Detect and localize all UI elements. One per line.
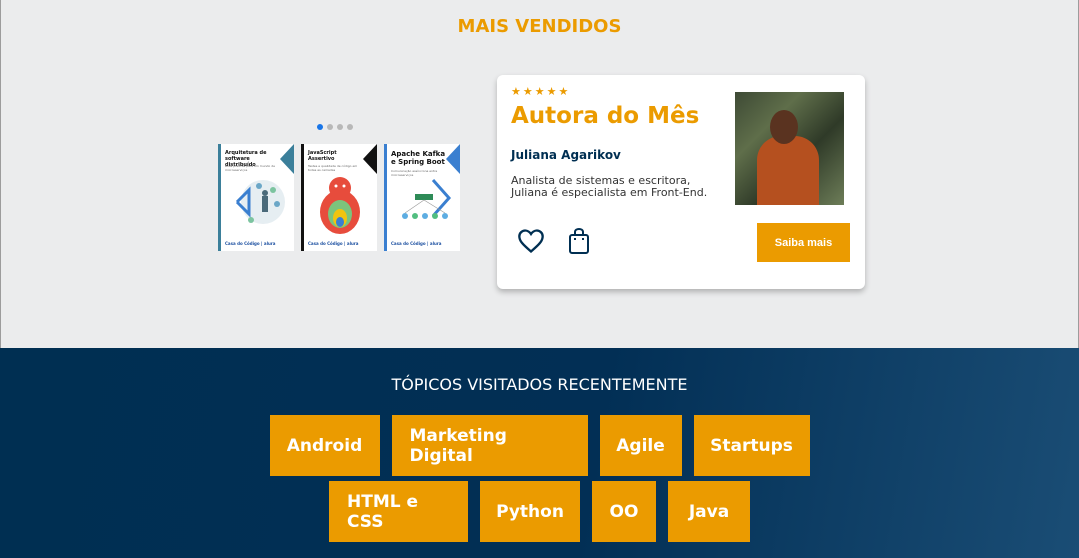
- cover-corner-icon: [280, 144, 294, 174]
- topic-tag[interactable]: Marketing Digital: [391, 415, 588, 476]
- topics-row: Android Marketing Digital Agile Startups: [0, 415, 1079, 476]
- topic-tag[interactable]: OO: [592, 481, 656, 542]
- book-cover[interactable]: Apache Kafka e Spring Boot Comunicação a…: [384, 144, 460, 251]
- carousel-dot[interactable]: [347, 124, 353, 130]
- saiba-mais-button[interactable]: Saiba mais: [757, 223, 850, 262]
- carousel-dot[interactable]: [317, 124, 323, 130]
- topic-tag[interactable]: HTML e CSS: [329, 481, 468, 542]
- book-carousel: Arquitetura de software distribuído Boas…: [218, 144, 460, 251]
- author-of-month-card: ★★★★★ Autora do Mês Juliana Agarikov Ana…: [497, 75, 865, 289]
- photo-head-shape: [770, 110, 798, 144]
- section-title: MAIS VENDIDOS: [457, 16, 622, 37]
- carousel-dots: [317, 124, 353, 130]
- author-photo: [735, 92, 844, 205]
- author-description: Analista de sistemas e escritora, Julian…: [511, 174, 708, 199]
- cover-art-icon: [402, 179, 452, 219]
- cover-art-icon: [320, 177, 360, 234]
- book-cover[interactable]: Arquitetura de software distribuído Boas…: [218, 144, 294, 251]
- book-subtitle: Testes e qualidade de código em todas as…: [308, 164, 358, 172]
- topic-tag[interactable]: Startups: [693, 415, 810, 476]
- shopping-bag-icon[interactable]: [567, 227, 591, 255]
- author-name: Juliana Agarikov: [511, 148, 621, 162]
- best-sellers-section: MAIS VENDIDOS Arquitetura de software di…: [0, 0, 1079, 348]
- topics-row: HTML e CSS Python OO Java: [0, 481, 1079, 542]
- topic-tag[interactable]: Android: [269, 415, 380, 476]
- book-subtitle: Boas práticas para um mundo de microsser…: [225, 164, 275, 172]
- publisher-logo: Casa do Código | alura: [308, 241, 359, 246]
- card-title: Autora do Mês: [511, 103, 700, 129]
- heart-icon[interactable]: [517, 227, 545, 255]
- topic-tag[interactable]: Java: [668, 481, 750, 542]
- topics-title: TÓPICOS VISITADOS RECENTEMENTE: [391, 375, 688, 394]
- book-cover[interactable]: JavaScript Assertivo Testes e qualidade …: [301, 144, 377, 251]
- topic-tag[interactable]: Python: [480, 481, 580, 542]
- cover-art-icon: [235, 180, 285, 224]
- topic-tag[interactable]: Agile: [599, 415, 682, 476]
- book-title: Apache Kafka e Spring Boot: [391, 150, 446, 166]
- publisher-logo: Casa do Código | alura: [225, 241, 276, 246]
- rating-stars: ★★★★★: [511, 85, 571, 98]
- cover-corner-icon: [363, 144, 377, 174]
- photo-body-shape: [757, 136, 819, 205]
- publisher-logo: Casa do Código | alura: [391, 241, 442, 246]
- recent-topics-section: TÓPICOS VISITADOS RECENTEMENTE Android M…: [0, 348, 1079, 558]
- carousel-dot[interactable]: [327, 124, 333, 130]
- carousel-dot[interactable]: [337, 124, 343, 130]
- cover-corner-icon: [446, 144, 460, 174]
- book-title: JavaScript Assertivo: [308, 150, 337, 162]
